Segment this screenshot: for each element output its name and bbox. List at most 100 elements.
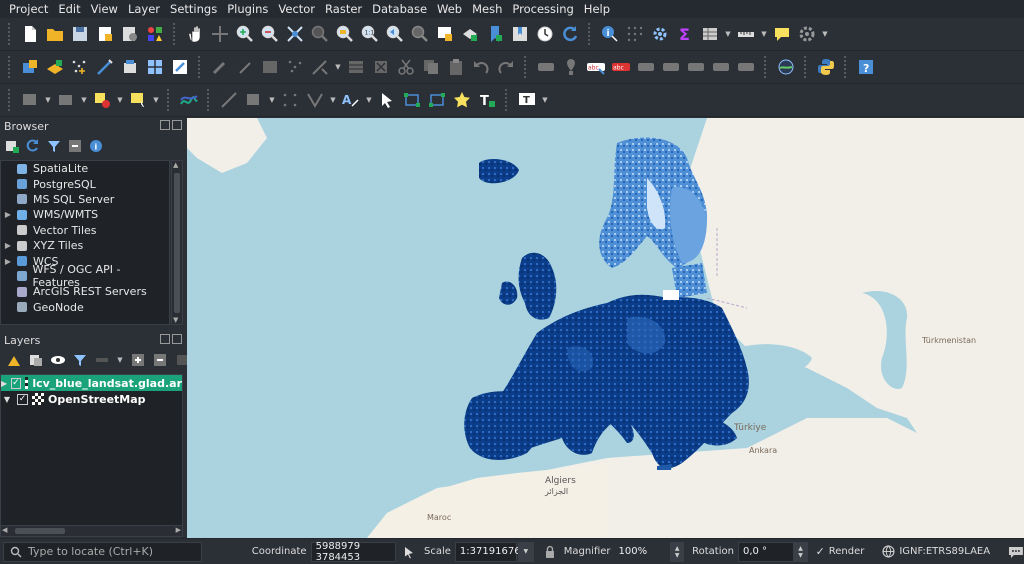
toolbar-grip[interactable] bbox=[764, 56, 768, 78]
toolbar-grip[interactable] bbox=[207, 89, 211, 111]
annotation-text-icon[interactable]: A bbox=[340, 89, 362, 111]
chevron-down-icon[interactable]: ▼ bbox=[116, 96, 124, 104]
data-source-manager-icon[interactable] bbox=[19, 56, 41, 78]
toolbar-grip[interactable] bbox=[588, 23, 592, 45]
layer-visibility-checkbox[interactable]: ✓ bbox=[17, 393, 28, 405]
text-annotation-icon[interactable]: T bbox=[476, 89, 498, 111]
coordinate-field[interactable]: 5988979 3784453 bbox=[310, 541, 397, 563]
chevron-right-icon[interactable]: ▶ bbox=[1, 210, 15, 219]
browser-scrollbar[interactable]: ▲ ▼ bbox=[171, 160, 183, 325]
collapse-all-icon[interactable] bbox=[152, 352, 168, 368]
menu-item-edit[interactable]: Edit bbox=[53, 0, 85, 18]
float-panel-icon[interactable] bbox=[160, 120, 170, 130]
delete-selected-icon[interactable] bbox=[370, 56, 392, 78]
reshape-icon[interactable] bbox=[279, 89, 301, 111]
render-checkbox[interactable]: ✓ bbox=[816, 545, 825, 558]
menu-item-mesh[interactable]: Mesh bbox=[467, 0, 507, 18]
rotation-field[interactable]: 0,0 ° bbox=[737, 541, 794, 562]
menu-item-layer[interactable]: Layer bbox=[123, 0, 165, 18]
add-selected-layers-icon[interactable] bbox=[4, 138, 20, 154]
new-bookmark-icon[interactable] bbox=[484, 23, 506, 45]
zoom-to-layer-icon[interactable] bbox=[334, 23, 356, 45]
map-canvas[interactable]: Türkiye Ankara Algiers الجزائر Maroc Tür… bbox=[187, 118, 1024, 538]
new-map-view-icon[interactable] bbox=[434, 23, 456, 45]
layer-edit-pencil-icon[interactable] bbox=[169, 56, 191, 78]
new-layer-icon[interactable] bbox=[44, 56, 66, 78]
pin-label-icon[interactable] bbox=[560, 56, 582, 78]
toolbar-grip[interactable] bbox=[804, 56, 808, 78]
zoom-native-icon[interactable]: 1:1 bbox=[359, 23, 381, 45]
toolbar-grip[interactable] bbox=[8, 56, 12, 78]
shortest-path-icon[interactable] bbox=[178, 89, 200, 111]
identify-features-icon[interactable]: i bbox=[599, 23, 621, 45]
show-bookmarks-icon[interactable] bbox=[509, 23, 531, 45]
label-visibility-icon[interactable]: abc bbox=[610, 56, 632, 78]
browser-item[interactable]: ArcGIS REST Servers bbox=[1, 284, 169, 299]
menu-item-plugins[interactable]: Plugins bbox=[222, 0, 273, 18]
map-tips-icon[interactable] bbox=[771, 23, 793, 45]
pan-map-icon[interactable] bbox=[184, 23, 206, 45]
advanced-digitizing-icon[interactable] bbox=[55, 89, 77, 111]
cut-features-icon[interactable] bbox=[395, 56, 417, 78]
rotate-label-icon[interactable] bbox=[660, 56, 682, 78]
browser-item[interactable]: ▶ XYZ Tiles bbox=[1, 238, 169, 253]
mouse-cursor-icon[interactable] bbox=[402, 545, 416, 559]
zoom-to-selection-icon[interactable] bbox=[309, 23, 331, 45]
filter-legend-icon[interactable] bbox=[72, 352, 88, 368]
chevron-down-icon[interactable]: ▼ bbox=[80, 96, 88, 104]
copy-features-icon[interactable] bbox=[420, 56, 442, 78]
browser-item[interactable]: Vector Tiles bbox=[1, 223, 169, 238]
menu-item-project[interactable]: Project bbox=[4, 0, 53, 18]
globe-plugin-icon[interactable] bbox=[775, 56, 797, 78]
chevron-down-icon[interactable]: ▼ bbox=[329, 96, 337, 104]
layout-manager-icon[interactable] bbox=[119, 23, 141, 45]
scroll-right-icon[interactable]: ▶ bbox=[176, 526, 181, 534]
attribute-table-icon[interactable] bbox=[699, 23, 721, 45]
edit-layer-icon[interactable] bbox=[119, 56, 141, 78]
annotation-line-icon[interactable] bbox=[426, 89, 448, 111]
crs-label[interactable]: IGNF:ETRS89LAEA bbox=[899, 546, 990, 557]
digitize-point-icon[interactable] bbox=[69, 56, 91, 78]
select-annotation-icon[interactable] bbox=[376, 89, 398, 111]
zoom-full-icon[interactable] bbox=[284, 23, 306, 45]
label-properties-icon[interactable] bbox=[710, 56, 732, 78]
add-feature-icon[interactable] bbox=[284, 56, 306, 78]
layer-visibility-checkbox[interactable]: ✓ bbox=[11, 377, 21, 389]
settings-gear-icon[interactable] bbox=[796, 23, 818, 45]
filter-by-expression-icon[interactable] bbox=[94, 352, 110, 368]
label-highlight-icon[interactable]: abc bbox=[585, 56, 607, 78]
add-group-icon[interactable] bbox=[28, 352, 44, 368]
trim-extend-icon[interactable] bbox=[218, 89, 240, 111]
paste-features-icon[interactable] bbox=[445, 56, 467, 78]
toolbar-grip[interactable] bbox=[173, 23, 177, 45]
magnifier-spin[interactable]: ▲ ▼ bbox=[670, 541, 685, 562]
temporary-layer-icon[interactable] bbox=[144, 56, 166, 78]
browser-item[interactable]: ▶ WMS/WMTS bbox=[1, 207, 169, 222]
zoom-next-icon[interactable] bbox=[409, 23, 431, 45]
zoom-out-icon[interactable] bbox=[259, 23, 281, 45]
menu-item-vector[interactable]: Vector bbox=[273, 0, 320, 18]
layer-row[interactable]: ▶ ✓ lcv_blue_landsat.glad.ar bbox=[1, 375, 182, 391]
scale-field[interactable]: 1:37191676 bbox=[454, 541, 521, 562]
annotation-polygon-icon[interactable] bbox=[401, 89, 423, 111]
menu-item-processing[interactable]: Processing bbox=[507, 0, 578, 18]
chevron-right-icon[interactable]: ▶ bbox=[1, 241, 15, 250]
new-project-icon[interactable] bbox=[19, 23, 41, 45]
style-manager-icon[interactable] bbox=[144, 23, 166, 45]
measure-line-icon[interactable] bbox=[735, 23, 757, 45]
locator-search-input[interactable]: Type to locate (Ctrl+K) bbox=[3, 541, 202, 562]
refresh-icon[interactable] bbox=[559, 23, 581, 45]
menu-item-web[interactable]: Web bbox=[432, 0, 467, 18]
temporal-controller-icon[interactable] bbox=[534, 23, 556, 45]
pan-to-selection-icon[interactable] bbox=[209, 23, 231, 45]
chevron-down-icon[interactable]: ▼ bbox=[541, 96, 549, 104]
zoom-in-icon[interactable] bbox=[234, 23, 256, 45]
select-by-location-icon[interactable] bbox=[127, 89, 149, 111]
globe-crs-icon[interactable] bbox=[882, 545, 895, 558]
scroll-up-icon[interactable]: ▲ bbox=[173, 161, 178, 169]
toolbar-grip[interactable] bbox=[8, 23, 12, 45]
select-features-icon[interactable] bbox=[624, 23, 646, 45]
chevron-down-icon[interactable]: ▼ bbox=[724, 30, 732, 38]
processing-toolbox-icon[interactable] bbox=[649, 23, 671, 45]
digitize-shape-icon[interactable] bbox=[19, 89, 41, 111]
